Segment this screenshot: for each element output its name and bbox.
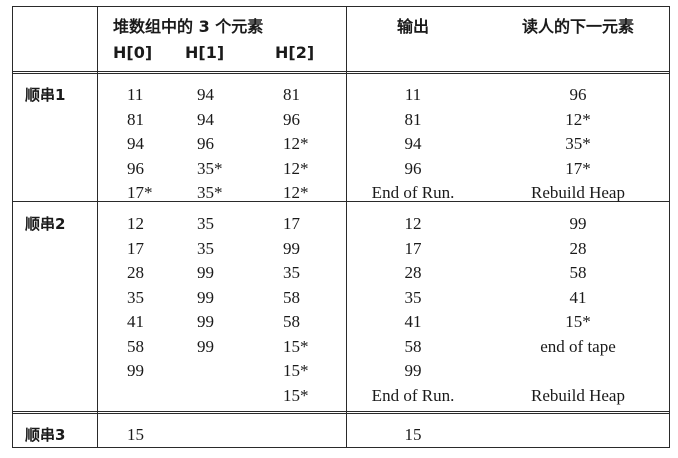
cell-h2: 99 xyxy=(283,238,300,258)
cell-next: 58 xyxy=(569,263,587,282)
heap-array-title: 堆数组中的 3 个元素 xyxy=(113,17,264,36)
cell-output: 35 xyxy=(404,287,422,307)
cell-h1: 99 xyxy=(197,312,214,331)
cell-output: 81 xyxy=(404,109,422,129)
col-header-next: 读人的下一元素 xyxy=(521,17,635,36)
cell-h1: 35* xyxy=(197,183,223,202)
cell-h1: 35* xyxy=(197,158,223,178)
cell-output: 17 xyxy=(404,238,422,258)
cell-next: Rebuild Heap xyxy=(531,183,625,202)
cell-h0: 81 xyxy=(127,109,144,129)
cell-next: Rebuild Heap xyxy=(531,385,625,405)
cell-h1: 99 xyxy=(197,263,214,282)
cell-h2: 15* xyxy=(283,361,309,380)
cell-h0: 12 xyxy=(127,214,144,233)
cell-h1: 35 xyxy=(197,214,214,233)
cell-output: 58 xyxy=(404,336,422,356)
cell-h2: 81 xyxy=(283,85,300,104)
cell-h1: 94 xyxy=(197,85,214,104)
cell-next: 12* xyxy=(565,109,591,129)
col-header-h2: H[2] xyxy=(275,43,315,62)
cell-h2: 15* xyxy=(283,336,309,356)
cell-h0: 94 xyxy=(127,134,144,153)
cell-h0: 17* xyxy=(127,183,153,202)
cell-next: end of tape xyxy=(540,336,616,356)
cell-h2: 58 xyxy=(283,287,300,307)
run-label: 顺串1 xyxy=(25,86,66,104)
cell-output: 12 xyxy=(404,214,422,233)
cell-h2: 35 xyxy=(283,263,300,282)
cell-h0: 17 xyxy=(127,238,144,258)
cell-h1: 35 xyxy=(197,238,214,258)
cell-h1: 99 xyxy=(197,287,214,307)
cell-h2: 12* xyxy=(283,183,309,202)
cell-output: 15 xyxy=(404,425,422,444)
header-divider xyxy=(13,71,669,74)
cell-next: 99 xyxy=(569,214,587,233)
cell-output: End of Run. xyxy=(371,183,455,202)
col-header-output: 输出 xyxy=(396,17,430,36)
cell-h2: 12* xyxy=(283,158,309,178)
cell-h2: 58 xyxy=(283,312,300,331)
col-header-h1: H[1] xyxy=(185,43,225,62)
cell-output: 99 xyxy=(404,361,422,380)
cell-output: 28 xyxy=(404,263,422,282)
cell-output: 96 xyxy=(404,158,422,178)
cell-output: 41 xyxy=(404,312,422,331)
cell-h2: 12* xyxy=(283,134,309,153)
cell-h1: 99 xyxy=(197,336,214,356)
cell-next: 41 xyxy=(569,287,587,307)
cell-h0: 35 xyxy=(127,287,144,307)
cell-h0: 41 xyxy=(127,312,144,331)
heap-table: 堆数组中的 3 个元素 H[0] H[1] H[2] 输出 读人的下一元素 顺串… xyxy=(12,6,670,448)
cell-h0: 99 xyxy=(127,361,144,380)
cell-h2: 17 xyxy=(283,214,300,233)
run-label: 顺串3 xyxy=(25,426,66,444)
cell-h2: 96 xyxy=(283,109,300,129)
cell-next: 35* xyxy=(565,134,591,153)
cell-h0: 58 xyxy=(127,336,144,356)
cell-output: 11 xyxy=(404,85,422,104)
cell-output: 94 xyxy=(404,134,422,153)
cell-next: 96 xyxy=(569,85,587,104)
col-header-h0: H[0] xyxy=(113,43,153,62)
cell-h1: 94 xyxy=(197,109,214,129)
cell-output: End of Run. xyxy=(371,385,455,405)
cell-h1: 96 xyxy=(197,134,214,153)
run2-divider xyxy=(13,411,669,414)
cell-h0: 15 xyxy=(127,425,144,444)
cell-h0: 11 xyxy=(127,85,144,104)
run-label: 顺串2 xyxy=(25,215,66,233)
cell-next: 15* xyxy=(565,312,591,331)
cell-h0: 96 xyxy=(127,158,144,178)
cell-next: 17* xyxy=(565,158,591,178)
cell-h2: 15* xyxy=(283,385,309,405)
cell-h0: 28 xyxy=(127,263,144,282)
cell-next: 28 xyxy=(569,238,587,258)
